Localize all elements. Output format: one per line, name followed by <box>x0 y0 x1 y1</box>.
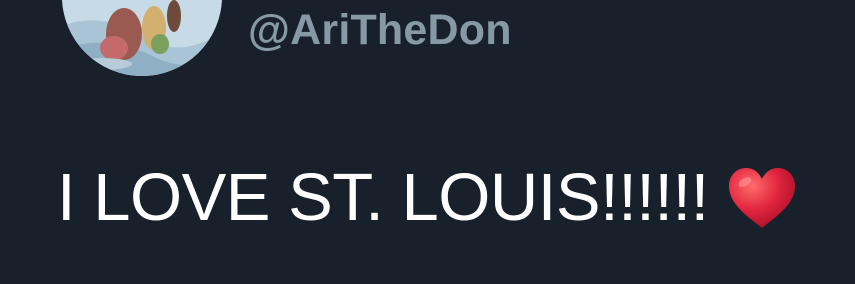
username-handle[interactable]: @AriTheDon <box>248 2 512 58</box>
tweet-card: @AriTheDon I LOVE ST. LOUIS!!!!!! <box>0 0 855 284</box>
avatar[interactable] <box>62 0 222 76</box>
tweet-text: I LOVE ST. LOUIS!!!!!! <box>57 156 797 240</box>
tweet-text-content: I LOVE ST. LOUIS!!!!!! <box>57 160 709 235</box>
avatar-image <box>62 0 222 76</box>
red-heart-icon <box>727 166 797 230</box>
